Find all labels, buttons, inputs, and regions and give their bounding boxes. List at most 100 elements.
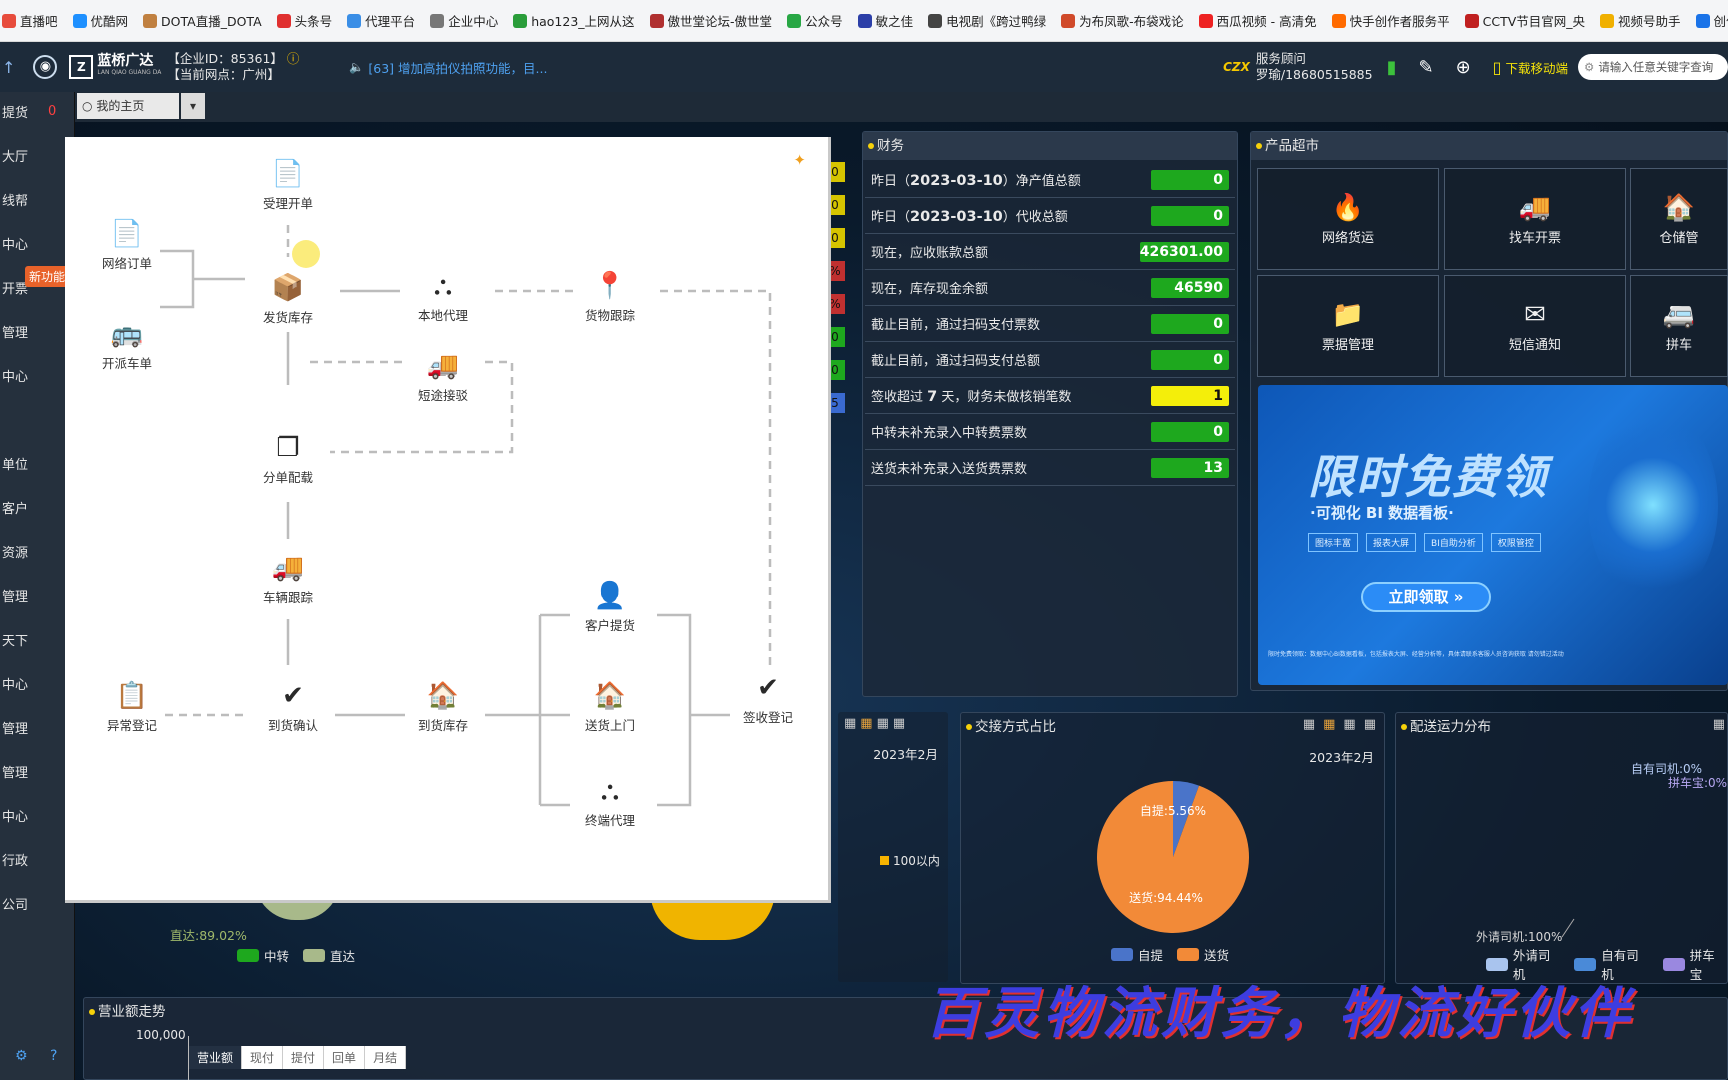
bookmark-item[interactable]: 视频号助手	[1600, 11, 1681, 30]
bookmark-item[interactable]: 直播吧	[2, 11, 58, 30]
finance-value[interactable]: 0	[1151, 169, 1229, 190]
sidebar-item[interactable]: 中心	[0, 224, 74, 268]
sidebar-item[interactable]: 管理	[0, 752, 74, 796]
add-doc-icon[interactable]: ⊕	[1456, 57, 1471, 78]
flow-node-arrive_stock[interactable]: 🏠 到货库存	[398, 677, 488, 734]
download-mobile-link[interactable]: 下载移动端	[1505, 58, 1568, 77]
bookmark-item[interactable]: 电视剧《跨过鸭绿	[928, 11, 1046, 30]
bookmark-item[interactable]: hao123_上网从这	[513, 11, 635, 30]
market-tile[interactable]: 🔥 网络货运	[1257, 168, 1439, 270]
promo-banner[interactable]: 限时免费领 ·可视化 BI 数据看板· 图标丰富 报表大屏 BI自助分析 权限管控 立…	[1258, 385, 1728, 685]
bookmark-item[interactable]: 优酷网	[72, 11, 128, 30]
sidebar-item[interactable]: 行政	[0, 840, 74, 884]
sidebar-item[interactable]: 管理	[0, 576, 74, 620]
finance-value[interactable]: 13	[1151, 457, 1229, 478]
market-tile[interactable]: ✉ 短信通知	[1444, 275, 1626, 377]
bookmark-item[interactable]: 敏之佳	[857, 11, 913, 30]
flow-node-sign[interactable]: ✔ 签收登记	[723, 669, 813, 726]
revenue-tab[interactable]: 月结	[365, 1046, 407, 1069]
global-search[interactable]: ⚙ 请输入任意关键字查询	[1578, 54, 1728, 80]
finance-row[interactable]: 现在，库存现金余额 46590	[865, 270, 1235, 306]
finance-value[interactable]: 1	[1151, 385, 1229, 406]
revenue-tab[interactable]: 回单	[324, 1046, 366, 1069]
banner-cta-button[interactable]: 立即领取 »	[1361, 582, 1491, 612]
finance-row[interactable]: 送货未补充录入送货费票数 13	[865, 450, 1235, 486]
market-tile[interactable]: 🚚 找车开票	[1444, 168, 1626, 270]
bookmark-item[interactable]: 快手创作者服务平	[1331, 11, 1450, 30]
sidebar-item[interactable]: 管理	[0, 708, 74, 752]
flow-node-arrive_confirm[interactable]: ✔ 到货确认	[248, 677, 338, 734]
finance-row[interactable]: 中转未补充录入中转费票数 0	[865, 414, 1235, 450]
sidebar-item[interactable]: 天下	[0, 620, 74, 664]
flow-node-split[interactable]: ❐ 分单配载	[243, 429, 333, 486]
legend-item[interactable]: 中转	[237, 946, 289, 965]
bookmark-item[interactable]: 头条号	[276, 11, 332, 30]
legend-item[interactable]: 自提	[1111, 945, 1163, 964]
calendar-icon[interactable]: ▦	[844, 716, 856, 731]
legend-item[interactable]: 直达	[303, 946, 355, 965]
finance-value[interactable]: 0	[1151, 313, 1229, 334]
flow-node-terminal[interactable]: ⛬ 终端代理	[565, 772, 655, 829]
user-avatar-icon[interactable]: ◉	[33, 55, 58, 79]
flow-node-ship[interactable]: 📦 发货库存	[243, 269, 333, 326]
flow-node-dispatch[interactable]: 🚌 开派车单	[82, 315, 172, 372]
settings-icon[interactable]: ⚙	[15, 1048, 28, 1064]
market-tile[interactable]: 📁 票据管理	[1257, 275, 1439, 377]
warning-icon[interactable]: ⓘ	[287, 51, 300, 66]
legend-item[interactable]: 送货	[1177, 945, 1229, 964]
bookmark-item[interactable]: 代理平台	[347, 11, 415, 30]
bookmark-item[interactable]: 企业中心	[430, 11, 498, 30]
finance-row[interactable]: 昨日（2023-03-10）净产值总额 0	[865, 162, 1235, 198]
sidebar-item[interactable]: 单位	[0, 444, 74, 488]
flow-node-accept[interactable]: 📄 受理开单	[243, 155, 333, 212]
bookmark-item[interactable]: 为布凤歌-布袋戏论	[1061, 11, 1184, 30]
edit-icon[interactable]: ✎	[1418, 57, 1433, 78]
tab-home[interactable]: ○ 我的主页	[77, 93, 179, 119]
flow-node-exception[interactable]: 📋 异常登记	[87, 677, 177, 734]
calendar-day-icon[interactable]: ▦	[893, 716, 905, 731]
sidebar-item[interactable]	[0, 400, 74, 444]
sidebar-item[interactable]: 客户	[0, 488, 74, 532]
bookmark-item[interactable]: 创作中心	[1695, 11, 1728, 30]
revenue-tab[interactable]: 营业额	[189, 1046, 243, 1069]
sidebar-item[interactable]: 大厅	[0, 136, 74, 180]
sidebar-item[interactable]: 资源	[0, 532, 74, 576]
flow-node-pickup[interactable]: 👤 客户提货	[565, 577, 655, 634]
flow-node-delivery[interactable]: 🏠 送货上门	[565, 677, 655, 734]
finance-row[interactable]: 签收超过 7 天，财务未做核销笔数 1	[865, 378, 1235, 414]
mobile-icon[interactable]: ▯	[1493, 58, 1502, 77]
sidebar-item[interactable]: 公司	[0, 884, 74, 928]
finance-value[interactable]: 426301.00	[1139, 241, 1229, 262]
sidebar-item[interactable]: 中心	[0, 796, 74, 840]
sidebar-item[interactable]: 中心	[0, 664, 74, 708]
arrow-icon[interactable]: ↑	[2, 58, 15, 77]
finance-value[interactable]: 0	[1151, 421, 1229, 442]
bookmark-item[interactable]: DOTA直播_DOTA	[143, 11, 262, 30]
bookmark-item[interactable]: CCTV节目官网_央	[1464, 11, 1585, 30]
help-icon[interactable]: ?	[50, 1048, 57, 1064]
market-tile[interactable]: 🚐 拼车	[1630, 275, 1728, 377]
flow-node-short[interactable]: 🚚 短途接驳	[398, 347, 488, 404]
bookmark-item[interactable]: 西瓜视频 - 高清免	[1198, 11, 1317, 30]
revenue-tab[interactable]: 提付	[283, 1046, 325, 1069]
sidebar-item[interactable]: 管理	[0, 312, 74, 356]
sidebar-item[interactable]: 中心	[0, 356, 74, 400]
new-feature-badge[interactable]: 新功能	[25, 266, 70, 287]
flow-node-vehicle[interactable]: 🚚 车辆跟踪	[243, 549, 333, 606]
finance-value[interactable]: 0	[1151, 205, 1229, 226]
legend-item[interactable]: 拼车宝	[1662, 945, 1727, 983]
calendar-week-icon[interactable]: ▦	[877, 716, 889, 731]
bookmark-item[interactable]: 傲世堂论坛-傲世堂	[649, 11, 772, 30]
tab-dropdown[interactable]: ▾	[181, 93, 205, 119]
flow-node-track[interactable]: 📍 货物跟踪	[565, 267, 655, 324]
calendar-month-icon[interactable]: ▦	[860, 716, 872, 731]
finance-row[interactable]: 昨日（2023-03-10）代收总额 0	[865, 198, 1235, 234]
finance-row[interactable]: 现在，应收账款总额 426301.00	[865, 234, 1235, 270]
notice-text[interactable]: [63] 增加高拍仪拍照功能，目...	[368, 58, 547, 77]
revenue-tab[interactable]: 现付	[242, 1046, 284, 1069]
bookmark-item[interactable]: 公众号	[787, 11, 843, 30]
finance-value[interactable]: 46590	[1151, 277, 1229, 298]
finance-row[interactable]: 截止目前，通过扫码支付总额 0	[865, 342, 1235, 378]
flow-node-net[interactable]: 📄 网络订单	[82, 215, 172, 272]
sidebar-item[interactable]: 提货	[0, 92, 74, 136]
